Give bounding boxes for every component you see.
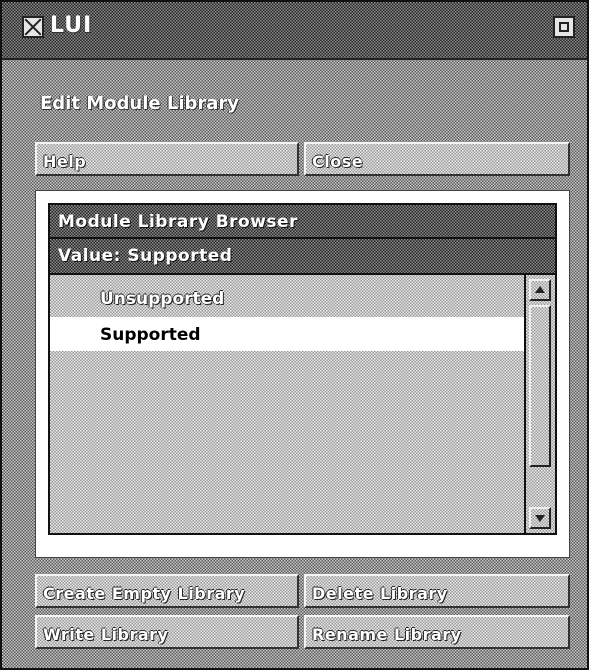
lui-window: LUI Edit Module Library Help Close Modul…	[0, 0, 589, 670]
browser-title-bar: Module Library Browser	[50, 205, 555, 239]
list-item-supported[interactable]: Supported	[50, 317, 524, 351]
value-bar: Value: Supported	[50, 239, 555, 275]
browser-frame: Module Library Browser Value: Supported …	[35, 190, 570, 558]
list-item-unsupported[interactable]: Unsupported	[50, 281, 524, 315]
rename-library-button[interactable]: Rename Library	[304, 615, 570, 649]
close-box-icon[interactable]	[22, 16, 44, 38]
title-bar[interactable]: LUI	[2, 2, 587, 60]
module-library-browser: Module Library Browser Value: Supported …	[48, 203, 557, 535]
scroll-thumb[interactable]	[529, 305, 551, 467]
vertical-scrollbar[interactable]	[524, 275, 555, 533]
library-list[interactable]: Unsupported Supported	[50, 275, 524, 533]
dialog-body: Edit Module Library Help Close Module Li…	[2, 60, 587, 668]
browser-title: Module Library Browser	[58, 212, 298, 232]
help-button[interactable]: Help	[35, 142, 299, 176]
value-label: Value: Supported	[58, 246, 233, 266]
window-title: LUI	[50, 13, 93, 38]
panel-title: Edit Module Library	[40, 93, 240, 114]
delete-library-button[interactable]: Delete Library	[304, 574, 570, 608]
scroll-up-arrow-icon[interactable]	[529, 279, 551, 301]
scroll-down-arrow-icon[interactable]	[529, 507, 551, 529]
create-empty-library-button[interactable]: Create Empty Library	[35, 574, 299, 608]
write-library-button[interactable]: Write Library	[35, 615, 299, 649]
maximize-icon[interactable]	[553, 16, 575, 38]
close-button[interactable]: Close	[304, 142, 570, 176]
